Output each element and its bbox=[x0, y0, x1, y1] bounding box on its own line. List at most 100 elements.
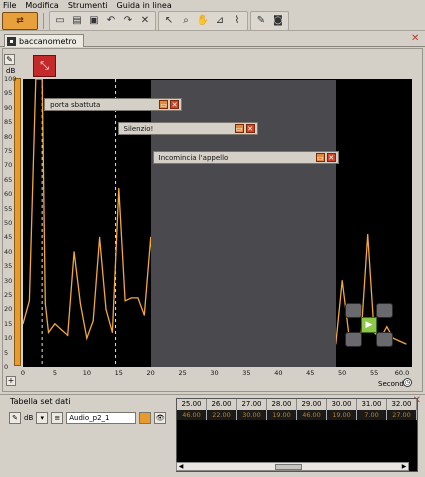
data-point bbox=[341, 280, 343, 282]
table-column-header[interactable]: 28.00 bbox=[267, 399, 297, 410]
tab-baccanometro[interactable]: ▪ baccanometro bbox=[4, 34, 84, 47]
document-icon: ▪ bbox=[7, 36, 16, 46]
undo-icon[interactable]: ↶ bbox=[103, 13, 119, 29]
playback-next-button[interactable] bbox=[376, 303, 393, 318]
dataset-name-field[interactable]: Audio_p2_1 bbox=[66, 412, 137, 424]
x-tick-label: 45 bbox=[306, 369, 315, 377]
line-style-icon[interactable]: ≡ bbox=[51, 412, 64, 424]
marker-label[interactable]: Incomincia l'appello ▭ ✕ bbox=[152, 151, 339, 164]
y-tick-label: 30 bbox=[4, 276, 13, 285]
add-graph-button[interactable]: + bbox=[6, 376, 16, 386]
tab-label: baccanometro bbox=[19, 36, 77, 46]
graph-analysis-icon[interactable]: ⊿ bbox=[212, 13, 228, 29]
table-cell[interactable]: 46.00 bbox=[177, 410, 207, 420]
table-cell[interactable]: 19.00 bbox=[327, 410, 357, 420]
data-point bbox=[60, 328, 62, 331]
menu-modifica[interactable]: Modifica bbox=[25, 0, 58, 11]
data-point bbox=[99, 236, 101, 238]
table-cell[interactable]: 27.00 bbox=[387, 410, 417, 420]
color-swatch-icon[interactable] bbox=[139, 412, 152, 424]
x-tick-label: 55 bbox=[369, 369, 379, 377]
table-cell[interactable]: 30.00 bbox=[237, 410, 267, 420]
visibility-icon[interactable]: 👁 bbox=[154, 412, 167, 424]
x-tick-label: 15 bbox=[114, 369, 123, 377]
table-column-header[interactable]: 27.00 bbox=[237, 399, 267, 410]
notes-icon[interactable]: ✎ bbox=[253, 13, 269, 29]
marker-close-icon[interactable]: ✕ bbox=[245, 124, 255, 133]
data-capture-button[interactable]: ⇄ bbox=[2, 11, 38, 30]
y-tick-label: 45 bbox=[4, 233, 13, 242]
table-cell[interactable]: 22.00 bbox=[207, 410, 237, 420]
marker-edit-icon[interactable]: ▭ bbox=[315, 153, 325, 162]
zoom-icon[interactable]: ⌕ bbox=[178, 13, 194, 29]
unit-dropdown-icon[interactable]: ▾ bbox=[36, 412, 49, 424]
marker-close-icon[interactable]: ✕ bbox=[326, 153, 336, 162]
marker-label[interactable]: porta sbattuta ▭ ✕ bbox=[44, 98, 183, 111]
table-column-header[interactable]: 29.00 bbox=[297, 399, 327, 410]
playback-prev-button[interactable] bbox=[345, 303, 362, 318]
clock-icon[interactable]: ◷ bbox=[403, 378, 412, 387]
x-tick-label: 10 bbox=[82, 369, 91, 377]
dataset-row-controls: ✎ dB ▾ ≡ Audio_p2_1 👁 bbox=[9, 411, 167, 425]
data-point bbox=[111, 331, 113, 334]
menu-strumenti[interactable]: Strumenti bbox=[68, 0, 108, 11]
pointer-icon[interactable]: ↖ bbox=[161, 13, 177, 29]
camera-icon[interactable]: ◙ bbox=[270, 13, 286, 29]
x-tick-label: 25 bbox=[178, 369, 187, 377]
edit-icon[interactable]: ✎ bbox=[9, 412, 21, 424]
table-column-header[interactable]: 30.00 bbox=[327, 399, 357, 410]
pencil-icon[interactable]: ✎ bbox=[4, 54, 15, 65]
scroll-thumb[interactable] bbox=[275, 464, 302, 470]
clear-icon[interactable]: ✕ bbox=[137, 13, 153, 29]
playback-controls: ▶ bbox=[345, 303, 393, 347]
open-icon[interactable]: ▤ bbox=[69, 13, 85, 29]
x-axis-label: Secondi bbox=[378, 380, 406, 388]
data-point bbox=[137, 297, 139, 299]
scroll-left-icon[interactable]: ◀ bbox=[177, 463, 185, 470]
measure-icon[interactable]: ⌇ bbox=[229, 13, 245, 29]
close-document-icon[interactable]: ✕ bbox=[411, 34, 421, 44]
dataset-table: 25.00 26.00 27.00 28.00 29.00 30.00 31.00 32.00… bbox=[176, 398, 418, 472]
table-horizontal-scrollbar[interactable]: ◀ ▶ bbox=[176, 462, 409, 471]
scroll-right-icon[interactable]: ▶ bbox=[400, 463, 408, 470]
marker-edit-icon[interactable]: ▭ bbox=[234, 124, 244, 133]
data-point bbox=[105, 308, 107, 310]
scene-icon[interactable]: ⤡ bbox=[33, 55, 56, 77]
table-column-header[interactable]: 26.00 bbox=[207, 399, 237, 410]
x-tick-label: 60.0 bbox=[394, 369, 410, 377]
table-cell[interactable]: 46.00 bbox=[297, 410, 327, 420]
table-column-header[interactable]: 31.00 bbox=[357, 399, 387, 410]
table-header-row: 25.00 26.00 27.00 28.00 29.00 30.00 31.00 32.00 bbox=[177, 399, 417, 410]
table-row: 46.00 22.00 30.00 19.00 46.00 19.00 7.00 27.00 bbox=[177, 410, 417, 420]
save-icon[interactable]: ▣ bbox=[86, 13, 102, 29]
table-cell[interactable]: 7.00 bbox=[357, 410, 387, 420]
data-point bbox=[92, 320, 94, 322]
hand-icon[interactable]: ✋ bbox=[195, 13, 211, 29]
menu-guida[interactable]: Guida in linea bbox=[117, 0, 172, 11]
data-point bbox=[86, 337, 88, 339]
playback-rewind-button[interactable] bbox=[345, 332, 362, 347]
table-column-header[interactable]: 32.00 bbox=[387, 399, 417, 410]
y-tick-label: 10 bbox=[4, 334, 13, 343]
new-icon[interactable]: ▭ bbox=[52, 13, 68, 29]
marker-label[interactable]: Silenzio! ▭ ✕ bbox=[117, 122, 258, 135]
x-tick-label: 5 bbox=[52, 369, 57, 377]
marker-edit-icon[interactable]: ▭ bbox=[159, 100, 169, 109]
menu-file[interactable]: File bbox=[3, 0, 16, 11]
table-column-header[interactable]: 25.00 bbox=[177, 399, 207, 410]
y-tick-label: 75 bbox=[4, 147, 13, 155]
table-cell[interactable]: 19.00 bbox=[267, 410, 297, 420]
extra-tool-group: ✎ ◙ bbox=[250, 10, 289, 31]
marker-close-icon[interactable]: ✕ bbox=[170, 100, 180, 109]
data-point bbox=[399, 340, 401, 342]
y-tick-label: 20 bbox=[4, 305, 13, 314]
data-point bbox=[47, 331, 50, 334]
playback-forward-button[interactable] bbox=[376, 332, 393, 347]
y-tick-label: 40 bbox=[4, 247, 13, 256]
x-tick-label: 20 bbox=[146, 369, 155, 377]
y-tick-label: 80 bbox=[4, 132, 13, 141]
redo-icon[interactable]: ↷ bbox=[120, 13, 136, 29]
unit-label: dB bbox=[24, 414, 34, 422]
play-icon[interactable]: ▶ bbox=[361, 317, 377, 333]
marker-text: Incomincia l'appello bbox=[158, 153, 229, 162]
